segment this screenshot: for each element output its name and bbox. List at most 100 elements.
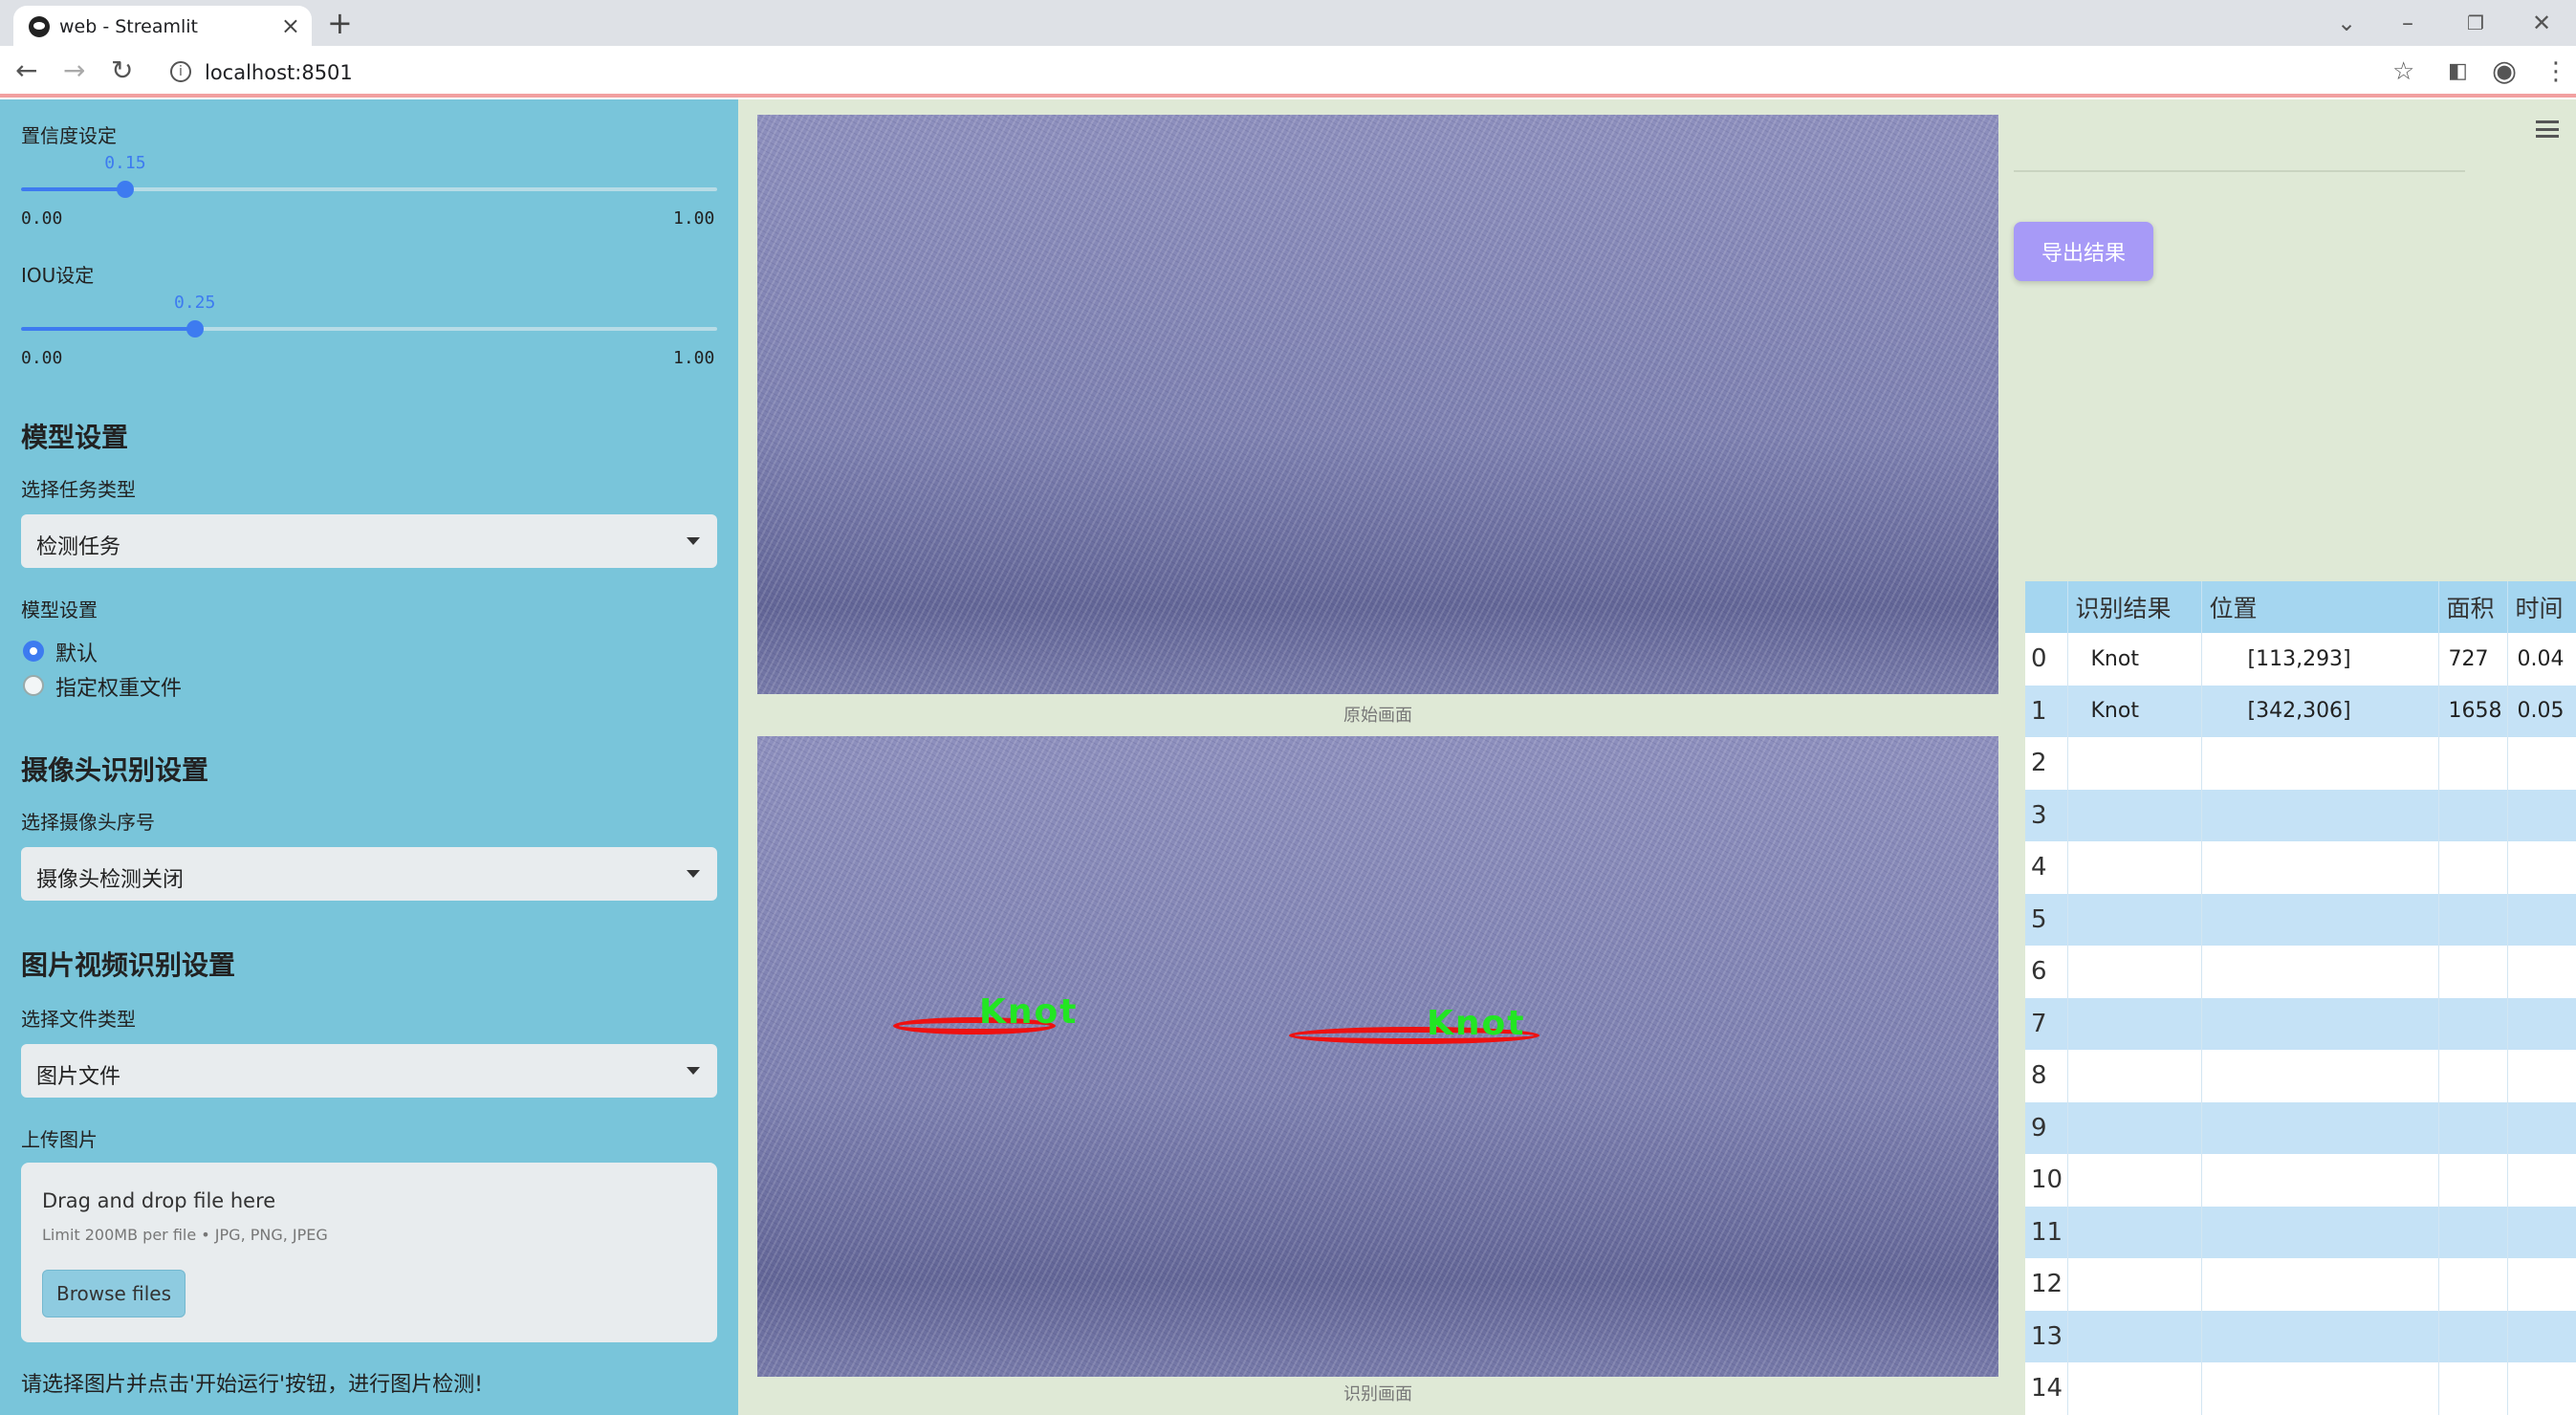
window-close-icon[interactable]: ✕ [2532,6,2551,40]
cell-area [2438,1154,2508,1207]
row-index: 2 [2025,737,2068,790]
forward-arrow-icon[interactable]: → [63,54,85,88]
file-dropzone[interactable]: Drag and drop file here Limit 200MB per … [21,1163,717,1342]
table-row[interactable]: 10 [2025,1154,2576,1207]
star-icon[interactable]: ☆ [2392,55,2414,88]
iou-max: 1.00 [673,348,715,368]
export-results-button[interactable]: 导出结果 [2014,222,2153,281]
cell-position [2201,737,2439,790]
confidence-slider[interactable] [21,181,717,198]
column-header-time[interactable]: 时间 [2507,581,2576,633]
table-row[interactable]: 6 [2025,946,2576,998]
new-tab-icon[interactable]: + [327,6,353,40]
cell-area: 727 [2438,633,2508,686]
kebab-menu-icon[interactable]: ⋮ [2543,55,2568,88]
cell-result [2067,1050,2202,1102]
cell-area [2438,1362,2508,1415]
info-icon[interactable]: i [170,61,191,82]
cell-time [2507,841,2576,894]
cell-result [2067,841,2202,894]
table-row[interactable]: 1 Knot [342,306] 1658 0.05 [2025,685,2576,737]
cell-result [2067,1310,2202,1362]
table-row[interactable]: 7 [2025,997,2576,1050]
cell-position: [342,306] [2201,685,2439,737]
browse-files-button[interactable]: Browse files [42,1270,186,1317]
radio-button[interactable] [23,675,44,696]
streamlit-icon [29,16,50,37]
cell-position [2201,1258,2439,1311]
hint-text: 请选择图片并点击'开始运行'按钮，进行图片检测! [21,1373,483,1397]
task-type-label: 选择任务类型 [21,478,136,501]
table-row[interactable]: 9 [2025,1101,2576,1154]
iou-label: IOU设定 [21,264,95,287]
confidence-slider-thumb[interactable] [117,181,135,198]
cell-position [2201,1050,2439,1102]
profile-icon[interactable]: ◉ [2492,55,2517,88]
task-type-select[interactable]: 检测任务 [21,514,717,568]
cell-area [2438,1050,2508,1102]
cell-area [2438,789,2508,841]
iou-slider-thumb[interactable] [186,320,204,337]
cell-result: Knot [2067,633,2202,686]
browser-tab[interactable]: web - Streamlit × [13,6,312,46]
cell-position [2201,789,2439,841]
file-type-select[interactable]: 图片文件 [21,1044,717,1098]
confidence-max: 1.00 [673,208,715,229]
table-row[interactable]: 13 [2025,1310,2576,1362]
upload-label: 上传图片 [21,1128,98,1151]
cell-area [2438,737,2508,790]
side-panel-icon[interactable]: ◧ [2448,55,2468,88]
sidebar: 置信度设定 0.15 0.00 1.00 IOU设定 0.25 0.00 1.0… [0,99,738,1415]
browser-tab-strip: web - Streamlit × + ⌄ – ❐ ✕ [0,0,2576,46]
model-heading: 模型设置 [21,422,129,453]
iou-slider[interactable] [21,320,717,337]
column-header-index[interactable] [2025,581,2068,633]
back-arrow-icon[interactable]: ← [15,54,37,88]
cell-time [2507,1206,2576,1258]
iou-slider-fill [21,327,195,331]
cell-time [2507,737,2576,790]
restore-icon[interactable]: ❐ [2467,6,2484,40]
row-index: 7 [2025,997,2068,1050]
table-row[interactable]: 2 [2025,737,2576,790]
url-text[interactable]: localhost:8501 [205,61,353,84]
detection-label: Knot [979,992,1079,1032]
cell-result [2067,893,2202,946]
original-image [757,115,1998,694]
task-type-value: 检测任务 [36,535,121,559]
tab-search-icon[interactable]: ⌄ [2337,6,2356,40]
cell-result [2067,1362,2202,1415]
table-row[interactable]: 12 [2025,1258,2576,1311]
radio-default-label: 默认 [55,642,98,666]
dropzone-title: Drag and drop file here [42,1189,276,1212]
column-header-position[interactable]: 位置 [2201,581,2439,633]
cell-position [2201,1154,2439,1207]
url-field[interactable]: i localhost:8501 [157,54,2356,92]
cell-time [2507,946,2576,998]
cell-position [2201,1206,2439,1258]
table-row[interactable]: 11 [2025,1206,2576,1258]
model-label: 模型设置 [21,599,98,621]
radio-button-selected[interactable] [23,641,44,662]
table-row[interactable]: 14 [2025,1362,2576,1415]
row-index: 12 [2025,1258,2068,1311]
close-icon[interactable]: × [281,11,300,40]
column-header-area[interactable]: 面积 [2438,581,2508,633]
table-row[interactable]: 0 Knot [113,293] 727 0.04 [2025,633,2576,686]
cell-area [2438,997,2508,1050]
column-header-result[interactable]: 识别结果 [2067,581,2202,633]
table-row[interactable]: 3 [2025,789,2576,841]
cell-area: 1658 [2438,685,2508,737]
camera-select[interactable]: 摄像头检测关闭 [21,847,717,901]
cell-time [2507,1101,2576,1154]
table-row[interactable]: 5 [2025,893,2576,946]
minimize-icon[interactable]: – [2402,6,2413,40]
denim-fabric-image [757,115,1998,694]
cell-time [2507,893,2576,946]
table-row[interactable]: 8 [2025,1050,2576,1102]
confidence-min: 0.00 [21,208,63,229]
table-row[interactable]: 4 [2025,841,2576,894]
hamburger-icon[interactable] [2536,120,2559,138]
iou-min: 0.00 [21,348,63,368]
reload-icon[interactable]: ↻ [111,54,133,88]
